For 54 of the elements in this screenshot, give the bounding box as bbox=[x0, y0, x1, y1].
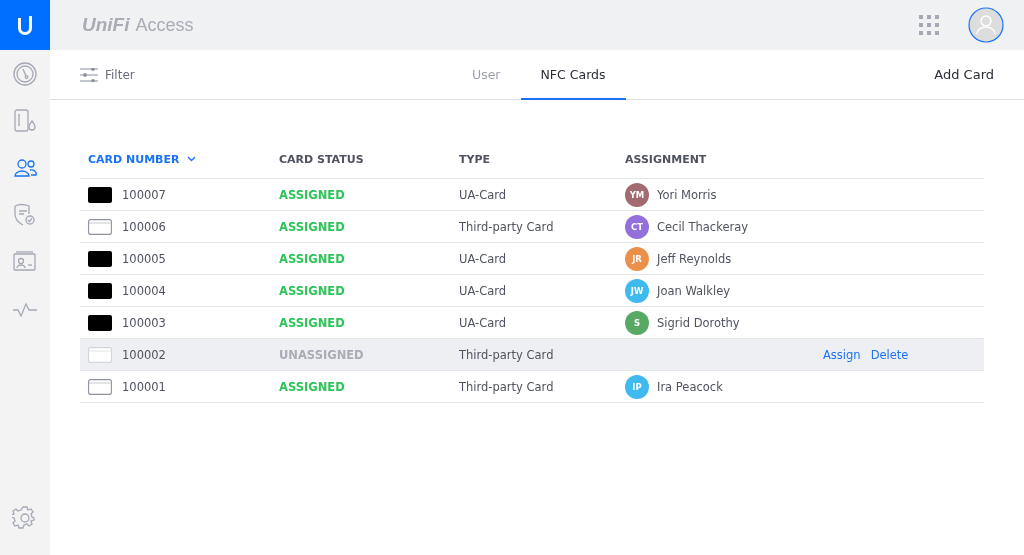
avatar-initials: YM bbox=[625, 182, 649, 207]
status-label: ASSIGNED bbox=[279, 379, 345, 394]
user-avatar-icon[interactable] bbox=[968, 7, 1004, 43]
avatar-initials: JW bbox=[625, 278, 649, 303]
column-header[interactable]: ASSIGNMENT bbox=[625, 152, 707, 166]
card-type: UA-Card bbox=[459, 315, 507, 330]
card-number: 100005 bbox=[122, 251, 166, 266]
brand-name: UniFi bbox=[82, 14, 130, 36]
filter-button[interactable]: Filter bbox=[80, 50, 135, 99]
card-type: Third-party Card bbox=[459, 379, 554, 394]
logo-tile[interactable] bbox=[0, 0, 50, 50]
avatar-initials: CT bbox=[625, 214, 649, 239]
card-number: 100007 bbox=[122, 187, 166, 202]
settings-icon[interactable] bbox=[12, 505, 38, 531]
status-label: UNASSIGNED bbox=[279, 347, 364, 362]
assignee-name: Ira Peacock bbox=[657, 379, 723, 394]
card-type: UA-Card bbox=[459, 251, 507, 266]
card-number: 100002 bbox=[122, 347, 166, 362]
filter-icon bbox=[80, 67, 98, 82]
card-number: 100003 bbox=[122, 315, 166, 330]
avatar-initials: IP bbox=[625, 374, 649, 399]
card-number: 100006 bbox=[122, 219, 166, 234]
table-row[interactable]: 100002 UNASSIGNED Third-party Card Assign Delete bbox=[80, 339, 984, 371]
assignee-name: Sigrid Dorothy bbox=[657, 315, 740, 330]
chevron-down-icon bbox=[187, 156, 197, 162]
action-link[interactable]: Assign bbox=[823, 347, 861, 362]
tab[interactable]: NFC Cards bbox=[520, 50, 626, 100]
card-type: UA-Card bbox=[459, 283, 507, 298]
dashboard-icon[interactable] bbox=[12, 61, 38, 87]
assignee-name: Jeff Reynolds bbox=[657, 251, 732, 266]
status-label: ASSIGNED bbox=[279, 219, 345, 234]
policy-icon[interactable] bbox=[12, 202, 38, 228]
u-logo-icon bbox=[16, 14, 34, 36]
assignee-name: Cecil Thackeray bbox=[657, 219, 749, 234]
card-number: 100001 bbox=[122, 379, 166, 394]
column-header[interactable]: TYPE bbox=[459, 152, 491, 166]
assignee-name: Yori Morris bbox=[657, 187, 717, 202]
card-type: Third-party Card bbox=[459, 347, 554, 362]
card-type: Third-party Card bbox=[459, 219, 554, 234]
card-type: UA-Card bbox=[459, 187, 507, 202]
status-label: ASSIGNED bbox=[279, 315, 345, 330]
product-name: Access bbox=[135, 15, 194, 36]
status-label: ASSIGNED bbox=[279, 187, 345, 202]
action-link[interactable]: Delete bbox=[870, 347, 909, 362]
avatar-initials: JR bbox=[625, 246, 649, 271]
status-label: ASSIGNED bbox=[279, 251, 345, 266]
card-number: 100004 bbox=[122, 283, 166, 298]
column-header[interactable]: CARD STATUS bbox=[279, 152, 364, 166]
assignee-name: Joan Walkley bbox=[657, 283, 731, 298]
app-grid-icon[interactable] bbox=[919, 15, 939, 35]
column-header[interactable]: CARD NUMBER bbox=[88, 152, 197, 166]
avatar-initials: S bbox=[625, 310, 649, 335]
status-label: ASSIGNED bbox=[279, 283, 345, 298]
add-card-button[interactable]: Add Card bbox=[934, 50, 994, 99]
